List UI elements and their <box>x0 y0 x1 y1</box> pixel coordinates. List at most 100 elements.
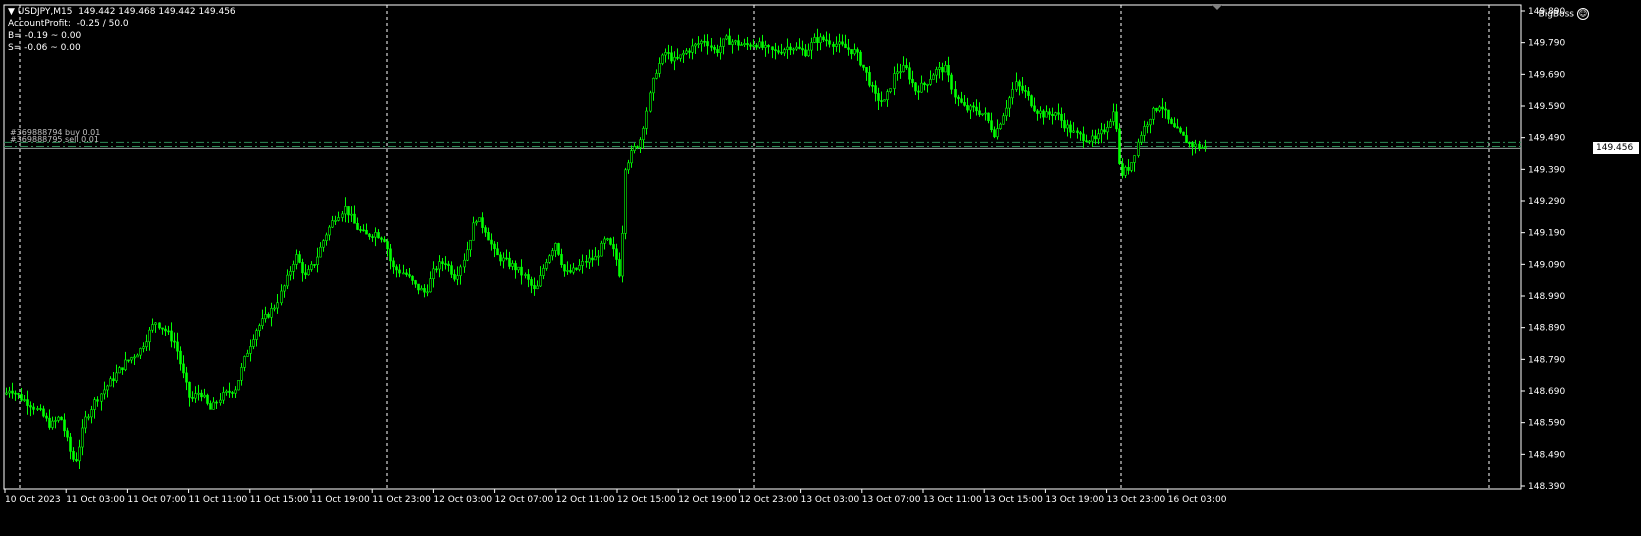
sell-profit-line: S= -0.06 ~ 0.00 <box>8 43 81 53</box>
candle-body <box>179 350 182 365</box>
candle-body <box>106 385 109 391</box>
candle-body <box>920 82 923 93</box>
candle-body <box>118 367 121 374</box>
candle-body <box>1072 130 1075 133</box>
candle-body <box>923 82 926 86</box>
candle-body <box>908 67 911 80</box>
candle-body <box>270 308 273 318</box>
candle-body <box>395 266 398 271</box>
candle-body <box>170 330 173 342</box>
candle-body <box>664 52 667 56</box>
candle-body <box>902 65 905 72</box>
candle-body <box>606 238 609 240</box>
candle-body <box>1112 111 1115 122</box>
candle-body <box>1140 135 1143 143</box>
candle-body <box>96 399 99 402</box>
candle-body <box>307 269 310 276</box>
symbol-quote: USDJPY,M15 149.442 149.468 149.442 149.4… <box>17 7 236 17</box>
candle-body <box>896 71 899 74</box>
candle-body <box>984 112 987 115</box>
candle-body <box>347 206 350 216</box>
candle-body <box>1164 108 1167 111</box>
candle-body <box>377 232 380 239</box>
candle-body <box>844 43 847 49</box>
candle-body <box>1069 124 1072 133</box>
expert-advisor-label[interactable]: BigBoss ☺ <box>1539 8 1589 20</box>
candle-body <box>572 267 575 273</box>
candle-body <box>746 43 749 46</box>
candle-body <box>1133 155 1136 163</box>
candle-body <box>383 239 386 242</box>
candle-body <box>75 459 78 462</box>
time-axis: 10 Oct 2023 11 Oct 03:00 11 Oct 07:00 11 Oc… <box>4 489 1227 505</box>
time-tick-label: 12 Oct 07:00 <box>495 495 554 505</box>
candle-body <box>252 339 255 347</box>
price-tick-label: 148.690 <box>1528 387 1565 397</box>
candle-body <box>1167 109 1170 120</box>
candle-body <box>490 239 493 245</box>
time-tick-label: 13 Oct 07:00 <box>862 495 921 505</box>
candle-body <box>72 451 75 460</box>
candle-body <box>17 393 20 395</box>
candle-body <box>1063 120 1066 129</box>
candle-body <box>353 213 356 224</box>
candle-body <box>42 408 45 417</box>
time-tick-label: 13 Oct 11:00 <box>923 495 982 505</box>
price-chart[interactable]: 149.890149.790149.690149.590149.490149.3… <box>0 0 1641 536</box>
candle-body <box>591 257 594 261</box>
candle-body <box>466 249 469 261</box>
candle-body <box>679 54 682 59</box>
candle-body <box>231 392 234 394</box>
candle-body <box>728 35 731 45</box>
time-tick-label: 13 Oct 15:00 <box>984 495 1043 505</box>
candle-body <box>350 213 353 216</box>
order-lines <box>4 141 1521 149</box>
candle-body <box>215 401 218 404</box>
time-tick-label: 12 Oct 03:00 <box>433 495 492 505</box>
candle-body <box>261 318 264 326</box>
candle-body <box>880 100 883 102</box>
candle-body <box>1088 140 1091 143</box>
candle-body <box>609 238 612 245</box>
candle-body <box>618 259 621 277</box>
candle-body <box>63 419 66 432</box>
candle-body <box>600 242 603 257</box>
candle-body <box>1182 131 1185 136</box>
candle-body <box>1115 111 1118 130</box>
candle-body <box>990 120 993 131</box>
sell-order-label[interactable]: #369888795 sell 0.01 <box>10 135 99 144</box>
candle-body <box>322 240 325 248</box>
candle-body <box>825 39 828 42</box>
candle-body <box>371 236 374 238</box>
candle-body <box>1030 95 1033 107</box>
candle-body <box>841 41 844 45</box>
candle-body <box>1042 110 1045 118</box>
candle-body <box>1149 118 1152 126</box>
candle-body <box>752 44 755 47</box>
chart-shift-marker-icon[interactable] <box>1212 5 1222 10</box>
candle-body <box>1194 143 1197 147</box>
candle-body <box>633 146 636 151</box>
candle-body <box>1015 81 1018 90</box>
candle-body <box>685 50 688 54</box>
candle-body <box>697 43 700 45</box>
candle-body <box>649 92 652 112</box>
candle-body <box>652 77 655 94</box>
candle-body <box>1066 124 1069 129</box>
candle-body <box>1057 112 1060 115</box>
candle-body <box>667 52 670 54</box>
candle-body <box>1021 85 1024 91</box>
price-tick-label: 148.990 <box>1528 292 1565 302</box>
candle-body <box>947 65 950 76</box>
candle-body <box>1008 97 1011 109</box>
candle-body <box>292 264 295 272</box>
candle-body <box>414 280 417 285</box>
candle-body <box>212 401 215 410</box>
candle-body <box>100 393 103 402</box>
candle-body <box>661 54 664 64</box>
candle-body <box>1170 118 1173 124</box>
candle-body <box>963 102 966 106</box>
candle-body <box>783 49 786 54</box>
candle-body <box>877 93 880 101</box>
collapse-triangle-icon[interactable]: ▼ <box>8 7 18 17</box>
